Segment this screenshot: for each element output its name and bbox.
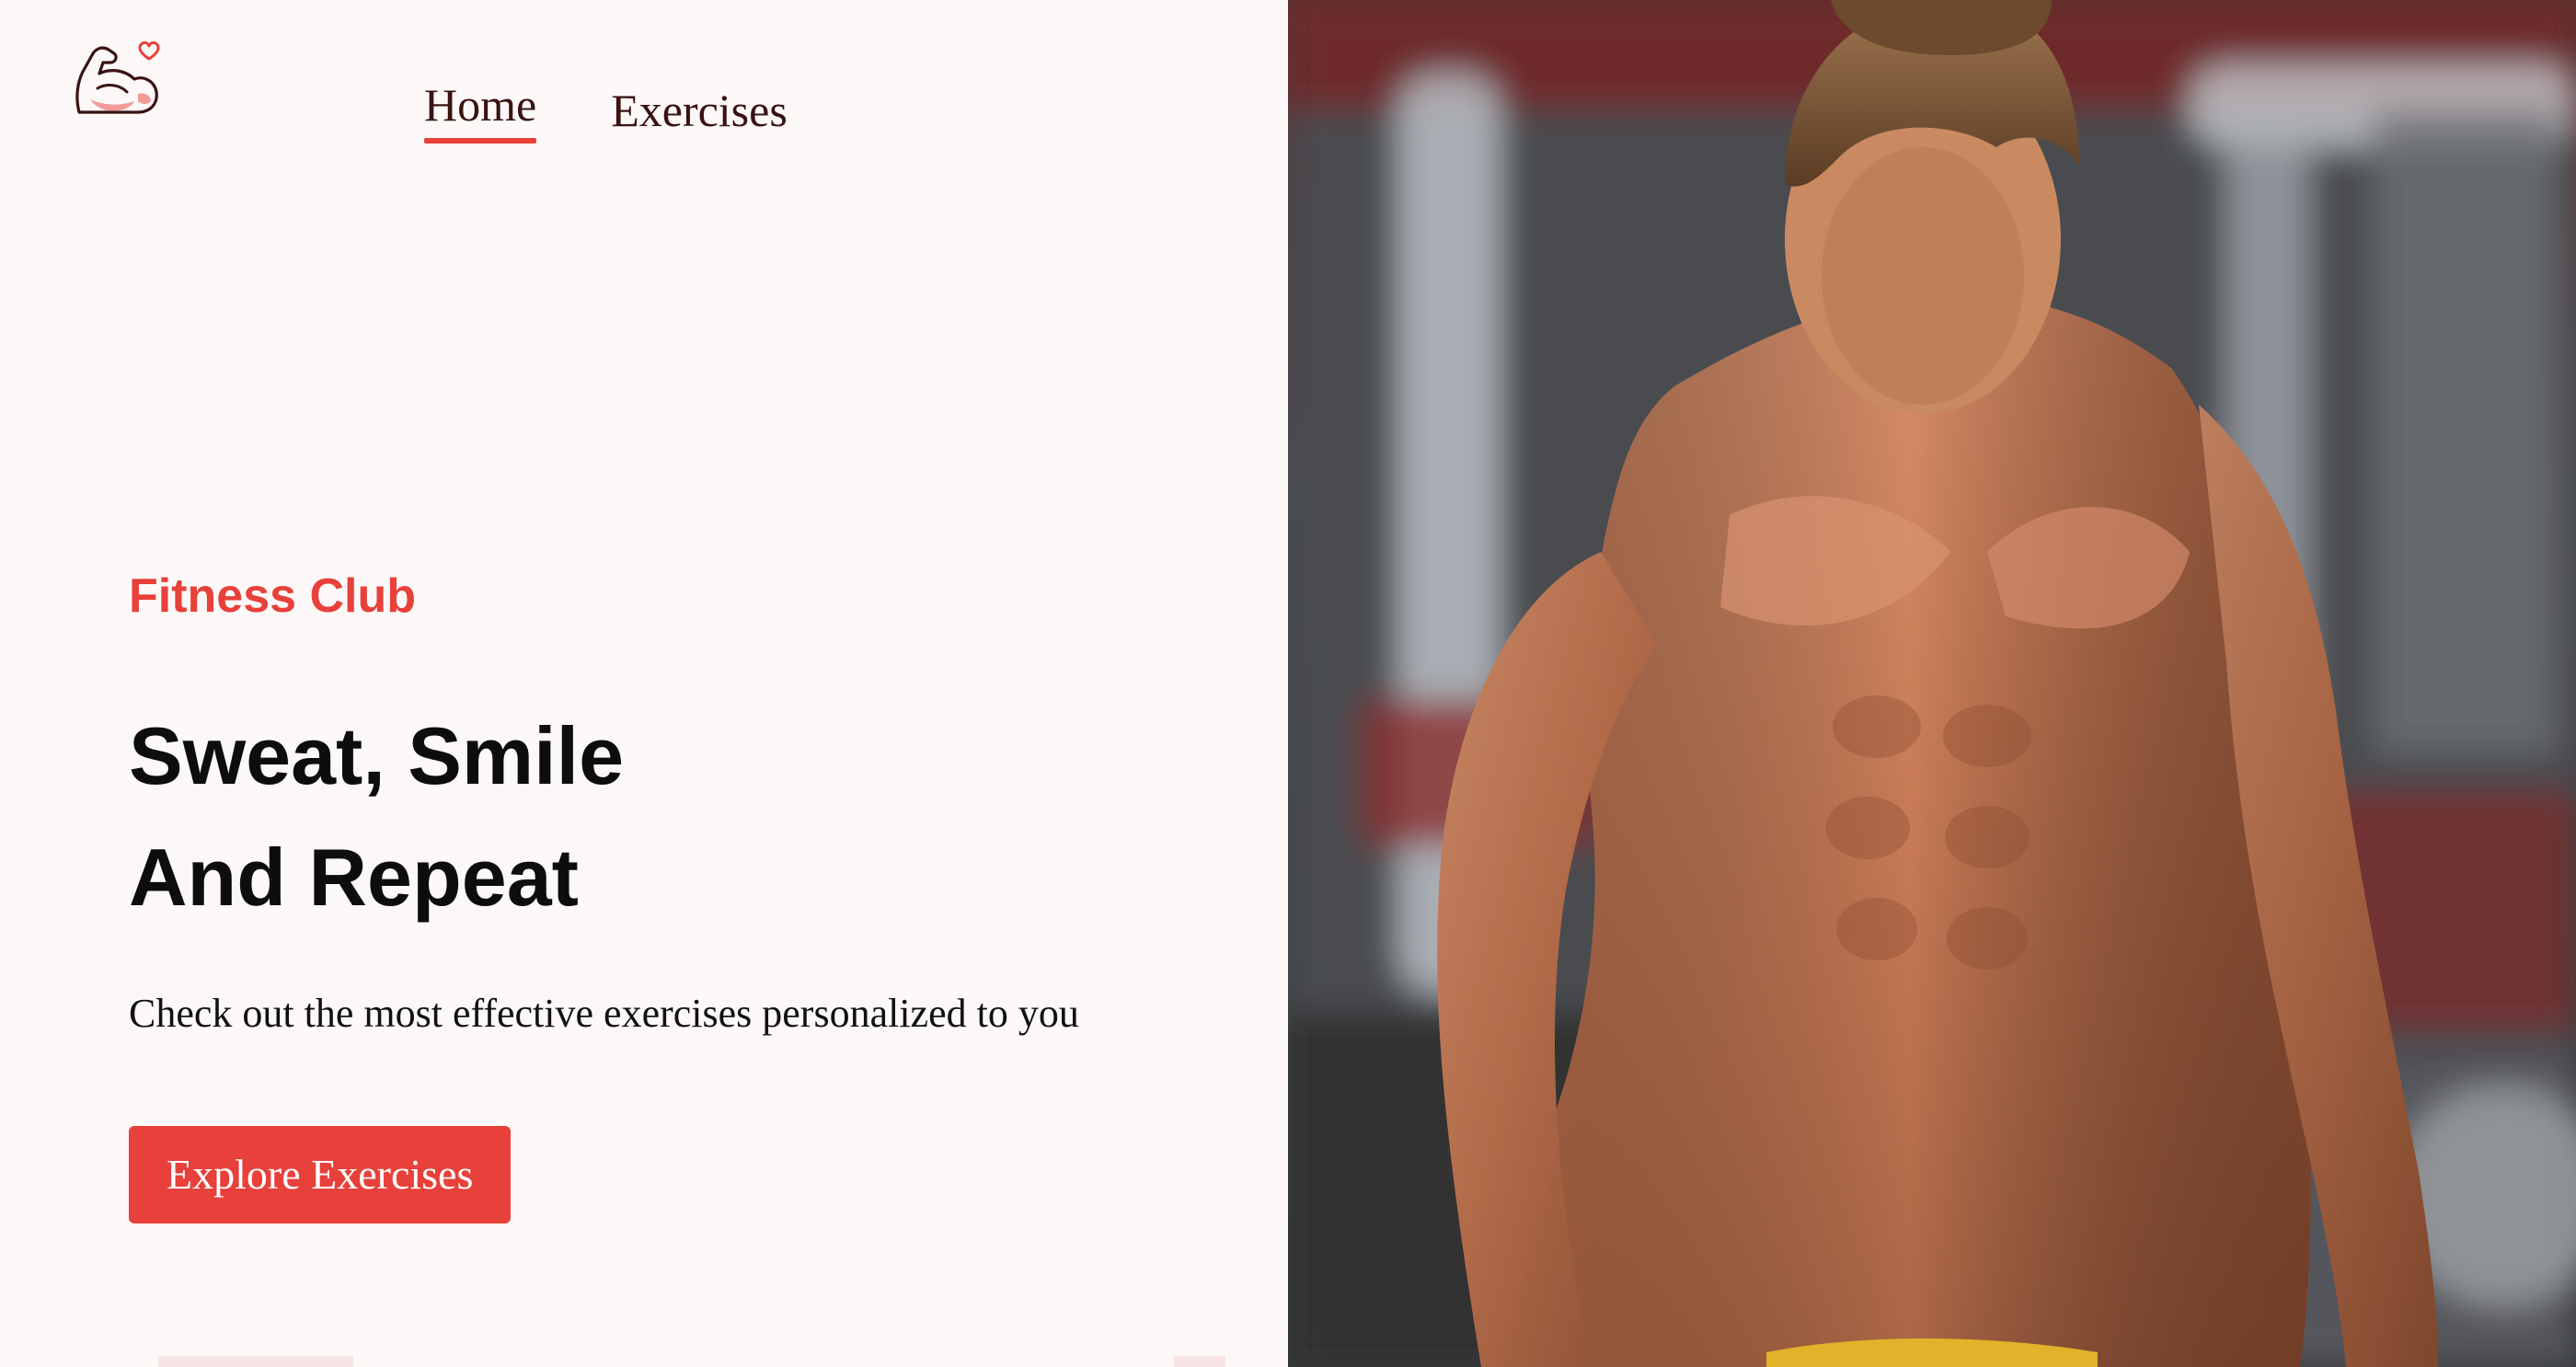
flexed-bicep-heart-icon[interactable] xyxy=(70,37,162,129)
hero-content: Fitness Club Sweat, Smile And Repeat Che… xyxy=(129,563,1233,1223)
hero-left-panel: Home Exercises Fitness Club Sweat, Smile… xyxy=(0,0,1288,1367)
nav-home-link[interactable]: Home xyxy=(424,77,537,144)
hero-banner-image xyxy=(1288,0,2576,1367)
hero-subtext: Check out the most effective exercises p… xyxy=(129,991,1079,1036)
bottom-card-edge xyxy=(158,1356,353,1367)
hero-headline-line-2: And Repeat xyxy=(129,832,579,923)
bottom-card-edge-right xyxy=(1174,1356,1225,1367)
main-nav: Home Exercises xyxy=(424,77,788,149)
hero-headline: Sweat, Smile And Repeat xyxy=(129,695,1233,938)
hero-headline-line-1: Sweat, Smile xyxy=(129,710,625,801)
hero-eyebrow: Fitness Club xyxy=(129,569,417,623)
explore-exercises-button[interactable]: Explore Exercises xyxy=(129,1126,512,1223)
nav-exercises-link[interactable]: Exercises xyxy=(611,83,788,149)
